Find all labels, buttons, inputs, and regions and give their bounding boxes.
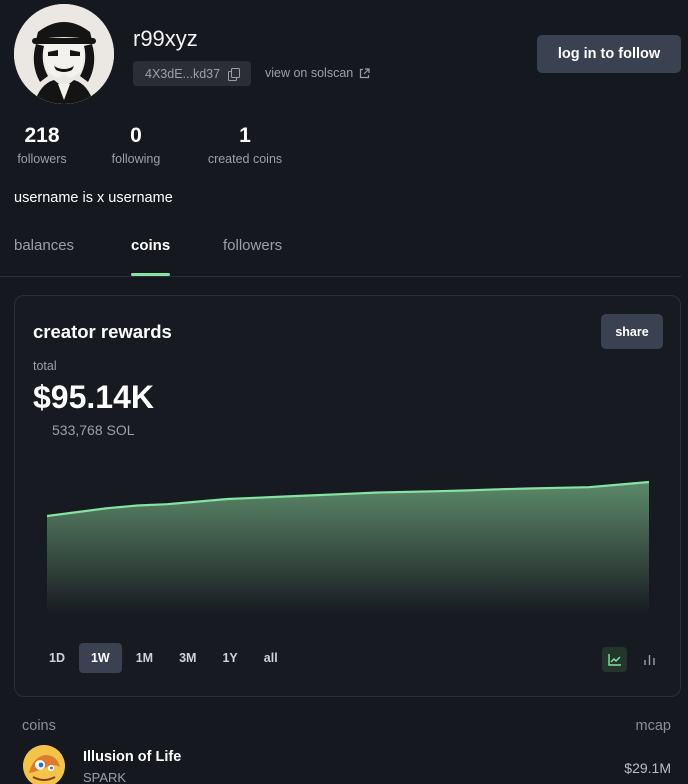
solscan-link[interactable]: view on solscan	[265, 66, 370, 80]
chart-area	[47, 482, 649, 614]
line-chart-toggle[interactable]	[602, 647, 627, 672]
range-all[interactable]: all	[252, 643, 290, 673]
creator-rewards-card: creator rewards share total $95.14K 533,…	[14, 295, 681, 697]
stat-value: 0	[130, 124, 142, 147]
active-tab-indicator	[131, 273, 170, 276]
coin-image-art	[23, 745, 65, 784]
stat-label: following	[111, 152, 161, 166]
follow-button[interactable]: log in to follow	[537, 35, 681, 73]
stat-created-coins[interactable]: 1 created coins	[200, 124, 290, 166]
coin-ticker: SPARK	[83, 770, 127, 784]
coin-image	[23, 745, 65, 784]
range-1d[interactable]: 1D	[37, 643, 77, 673]
range-1y[interactable]: 1Y	[210, 643, 249, 673]
total-usd-value: $95.14K	[33, 379, 154, 415]
copy-icon	[228, 68, 241, 81]
tab-coins[interactable]: coins	[131, 237, 170, 254]
external-link-icon	[360, 67, 370, 78]
stat-value: 1	[239, 124, 251, 147]
mcap-column-header: mcap	[635, 718, 671, 734]
address-copy-button[interactable]: 4X3dE...kd37	[133, 61, 252, 86]
time-range-selector: 1D 1W 1M 3M 1Y all	[37, 643, 290, 673]
line-chart-icon	[608, 654, 621, 666]
bar-chart-toggle[interactable]	[637, 647, 662, 672]
rewards-chart[interactable]	[47, 474, 649, 614]
tab-followers[interactable]: followers	[223, 237, 282, 254]
total-label: total	[33, 359, 57, 373]
coin-mcap: $29.1M	[624, 760, 671, 776]
bar-chart-icon	[644, 655, 655, 665]
wallet-address: 4X3dE...kd37	[145, 66, 221, 81]
stat-followers[interactable]: 218 followers	[14, 124, 70, 166]
stat-value: 218	[24, 124, 60, 147]
stat-label: followers	[17, 152, 67, 166]
coin-list-item[interactable]: Illusion of Life SPARK $29.1M	[14, 742, 674, 784]
profile-tabs: balances coins followers	[0, 228, 681, 277]
profile-bio: username is x username	[14, 190, 173, 206]
coins-list-header: coins	[22, 718, 56, 734]
stat-label: created coins	[207, 152, 283, 166]
avatar-image	[14, 4, 114, 104]
profile-username: r99xyz	[133, 26, 198, 51]
coin-name: Illusion of Life	[83, 749, 182, 765]
tab-balances[interactable]: balances	[14, 237, 74, 254]
avatar	[14, 4, 114, 104]
total-sol-value: 533,768 SOL	[52, 422, 135, 438]
stat-following[interactable]: 0 following	[108, 124, 164, 166]
range-3m[interactable]: 3M	[167, 643, 208, 673]
card-title: creator rewards	[33, 321, 172, 342]
range-1w[interactable]: 1W	[78, 643, 122, 673]
share-button[interactable]: share	[601, 314, 663, 349]
range-1m[interactable]: 1M	[124, 643, 165, 673]
solscan-link-label: view on solscan	[265, 66, 354, 80]
